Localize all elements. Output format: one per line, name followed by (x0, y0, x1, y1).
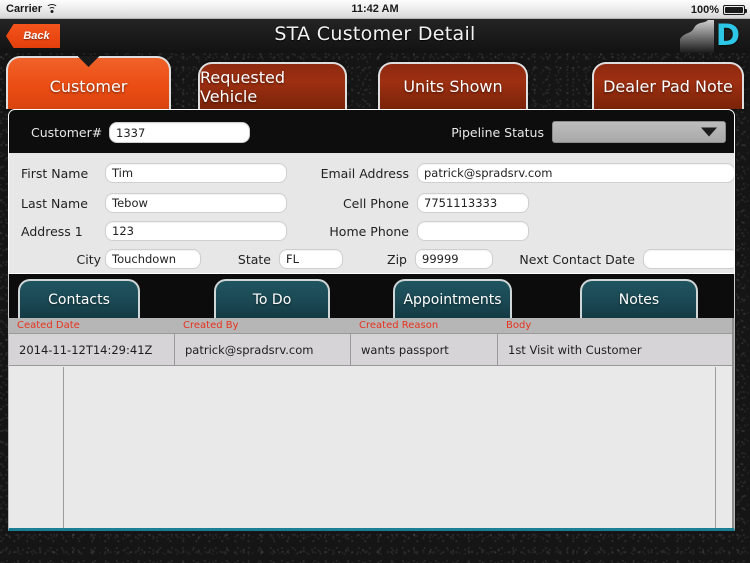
column-header-body: Body (506, 320, 532, 331)
first-name-label: First Name (21, 165, 89, 181)
status-bar: Carrier 11:42 AM 100% (0, 0, 750, 19)
tab-dealer-pad-note[interactable]: Dealer Pad Note (592, 62, 744, 109)
tab-notes[interactable]: Notes (580, 279, 698, 318)
first-name-input[interactable]: Tim (105, 163, 287, 183)
contacts-table: Ceated Date Created By Created Reason Bo… (8, 318, 735, 531)
chevron-down-icon (701, 127, 717, 137)
top-tab-bar: Customer Requested Vehicle Units Shown D… (0, 56, 750, 109)
tab-contacts-label: Contacts (48, 291, 110, 308)
next-contact-date-input[interactable] (643, 249, 734, 269)
last-name-label: Last Name (21, 195, 88, 211)
column-header-created-reason: Created Reason (359, 320, 439, 331)
state-input[interactable]: FL (279, 249, 343, 269)
next-contact-date-label: Next Contact Date (519, 251, 635, 267)
cloud-logo-icon: D (680, 19, 746, 53)
tab-customer[interactable]: Customer (6, 56, 171, 109)
detail-tab-bar: Contacts To Do Appointments Notes (8, 274, 735, 318)
page-title: STA Customer Detail (274, 23, 476, 45)
table-header-row: Ceated Date Created By Created Reason Bo… (9, 318, 734, 334)
table-right-divider (715, 367, 716, 528)
tab-contacts[interactable]: Contacts (18, 279, 140, 318)
pipeline-status-select[interactable] (552, 121, 726, 143)
zip-label: Zip (387, 251, 407, 267)
email-address-label: Email Address (320, 165, 409, 181)
table-row[interactable]: 2014-11-12T14:29:41Z patrick@spradsrv.co… (9, 334, 734, 366)
cell-created-reason: wants passport (351, 334, 498, 365)
last-name-input[interactable]: Tebow (105, 193, 287, 213)
table-empty-area (9, 366, 734, 528)
tab-dealer-pad-note-label: Dealer Pad Note (603, 77, 733, 96)
home-phone-label: Home Phone (329, 223, 409, 239)
status-bar-clock: 11:42 AM (351, 3, 399, 15)
status-bar-right: 100% (690, 0, 747, 19)
tab-requested-vehicle[interactable]: Requested Vehicle (198, 62, 347, 109)
tab-units-shown-label: Units Shown (403, 77, 503, 96)
tab-to-do-label: To Do (252, 291, 292, 308)
cell-phone-input[interactable]: 7751113333 (417, 193, 529, 213)
email-address-input[interactable]: patrick@spradsrv.com (417, 163, 734, 183)
table-gutter-divider (63, 367, 64, 528)
nav-bar: Back STA Customer Detail D (0, 19, 750, 53)
tab-to-do[interactable]: To Do (214, 279, 330, 318)
tab-notes-label: Notes (618, 291, 660, 308)
cell-created-date: 2014-11-12T14:29:41Z (9, 334, 175, 365)
column-header-created-by: Created By (183, 320, 239, 331)
address-1-input[interactable]: 123 (105, 221, 287, 241)
home-phone-input[interactable] (417, 221, 529, 241)
app-root: Carrier 11:42 AM 100% Back STA Customer … (0, 0, 750, 563)
address-1-label: Address 1 (21, 223, 83, 239)
battery-percent-label: 100% (690, 3, 719, 16)
cell-created-by: patrick@spradsrv.com (175, 334, 351, 365)
city-input[interactable]: Touchdown (105, 249, 201, 269)
city-label: City (76, 251, 102, 267)
logo-letter: D (715, 19, 740, 52)
cell-phone-label: Cell Phone (342, 195, 409, 211)
state-label: State (237, 251, 271, 267)
customer-number-label: Customer# (31, 125, 103, 140)
zip-input[interactable]: 99999 (415, 249, 493, 269)
customer-number-input[interactable]: 1337 (109, 122, 250, 143)
battery-full-icon (723, 4, 747, 15)
column-header-created-date: Ceated Date (17, 320, 80, 331)
tab-customer-label: Customer (49, 77, 128, 96)
table-scrollbar[interactable] (732, 318, 734, 528)
tab-appointments[interactable]: Appointments (393, 279, 512, 318)
tab-appointments-label: Appointments (403, 291, 502, 308)
customer-form-panel: Customer# 1337 Pipeline Status First Nam… (8, 109, 735, 274)
pipeline-status-label: Pipeline Status (451, 124, 544, 140)
cell-body: 1st Visit with Customer (508, 342, 642, 357)
tab-requested-vehicle-label: Requested Vehicle (200, 67, 285, 106)
tab-units-shown[interactable]: Units Shown (378, 62, 528, 109)
